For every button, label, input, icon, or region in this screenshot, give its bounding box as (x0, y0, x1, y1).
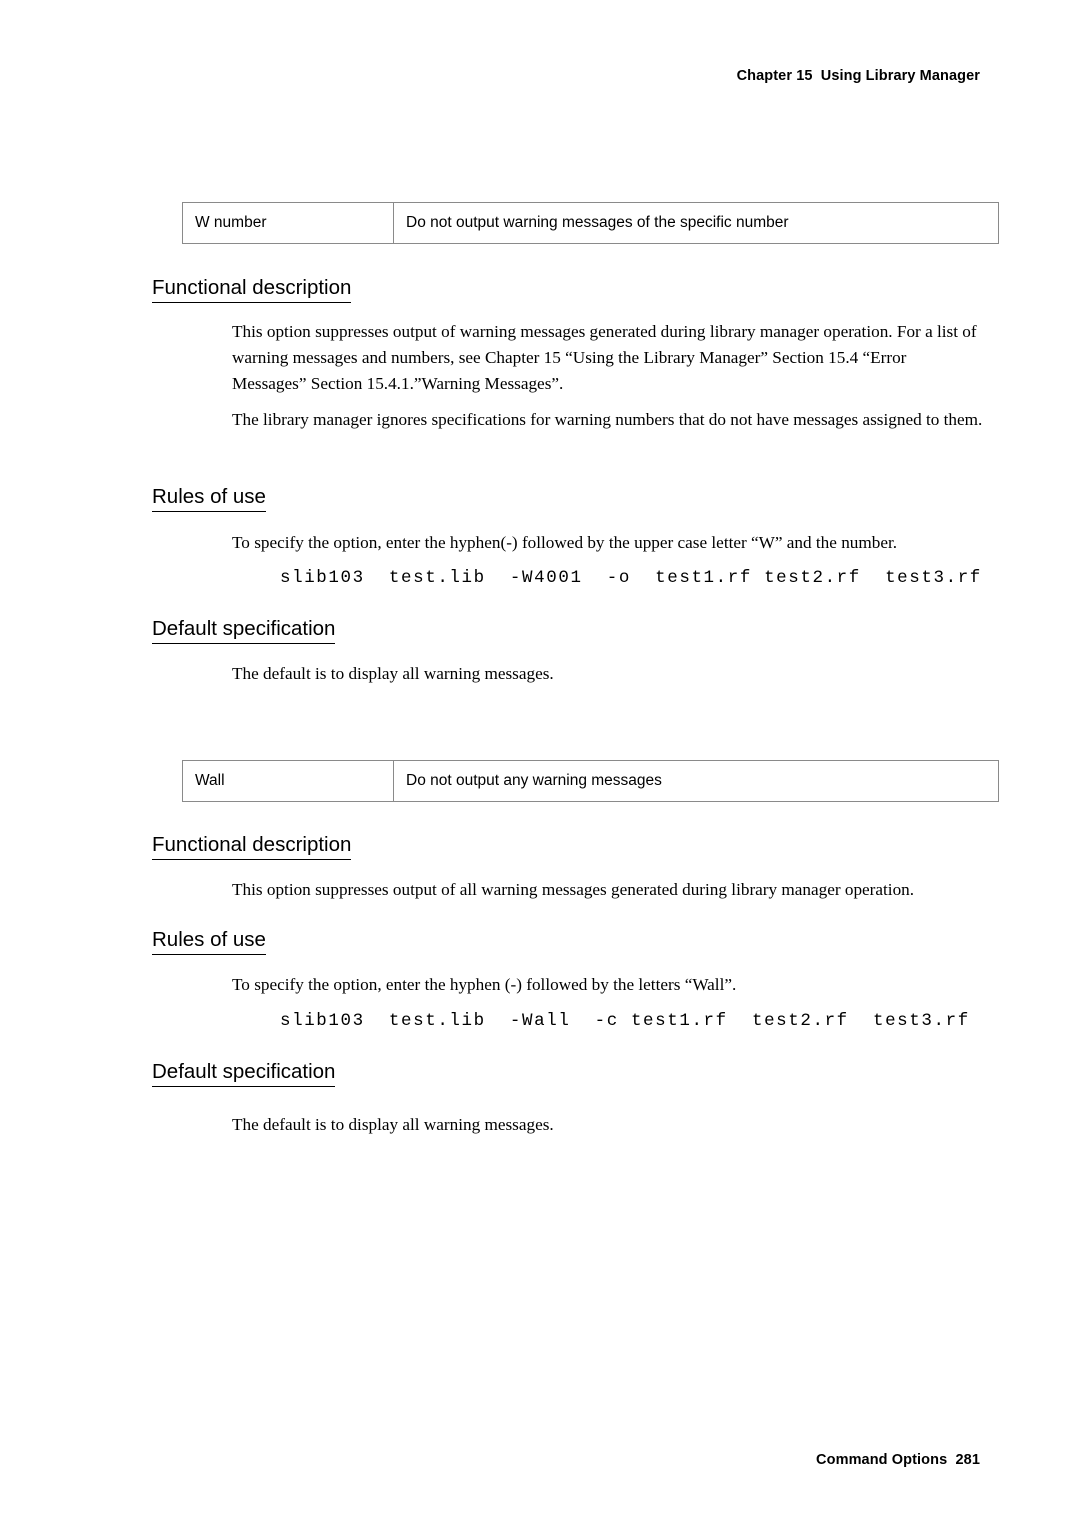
paragraph-rules-of-use-2: To specify the option, enter the hyphen … (232, 975, 737, 994)
running-footer: Command Options 281 (816, 1452, 980, 1468)
paragraph-default-specification-2: The default is to display all warning me… (232, 1115, 554, 1134)
paragraph-rules-of-use-1: To specify the option, enter the hyphen(… (232, 533, 898, 552)
option-description-cell: Do not output any warning messages (393, 759, 999, 803)
paragraph-functional-description-1a: This option suppresses output of warning… (232, 322, 977, 393)
heading-functional-description-1: Functional description (152, 276, 352, 303)
option-table-wall: Wall Do not output any warning messages (182, 759, 999, 803)
heading-default-specification-1: Default specification (152, 617, 336, 644)
command-sample-2: slib103 test.lib -Wall -c test1.rf test2… (280, 1011, 970, 1031)
paragraph-functional-description-2a: This option suppresses output of all war… (232, 880, 915, 899)
command-sample-1: slib103 test.lib -W4001 -o test1.rf test… (280, 568, 982, 588)
table-row: Wall Do not output any warning messages (182, 759, 999, 803)
option-table-w-number: W number Do not output warning messages … (182, 201, 999, 245)
running-header: Chapter 15 Using Library Manager (736, 68, 980, 84)
paragraph-default-specification-1: The default is to display all warning me… (232, 664, 554, 683)
heading-rules-of-use-2: Rules of use (152, 928, 266, 955)
option-description-cell: Do not output warning messages of the sp… (393, 201, 999, 245)
option-name-cell: Wall (182, 759, 394, 803)
document-page: Chapter 15 Using Library Manager W numbe… (0, 0, 1080, 1528)
heading-rules-of-use-1: Rules of use (152, 485, 266, 512)
option-name-cell: W number (182, 201, 394, 245)
heading-default-specification-2: Default specification (152, 1060, 336, 1087)
heading-functional-description-2: Functional description (152, 833, 352, 860)
paragraph-functional-description-1b: The library manager ignores specificatio… (232, 410, 983, 429)
table-row: W number Do not output warning messages … (182, 201, 999, 245)
